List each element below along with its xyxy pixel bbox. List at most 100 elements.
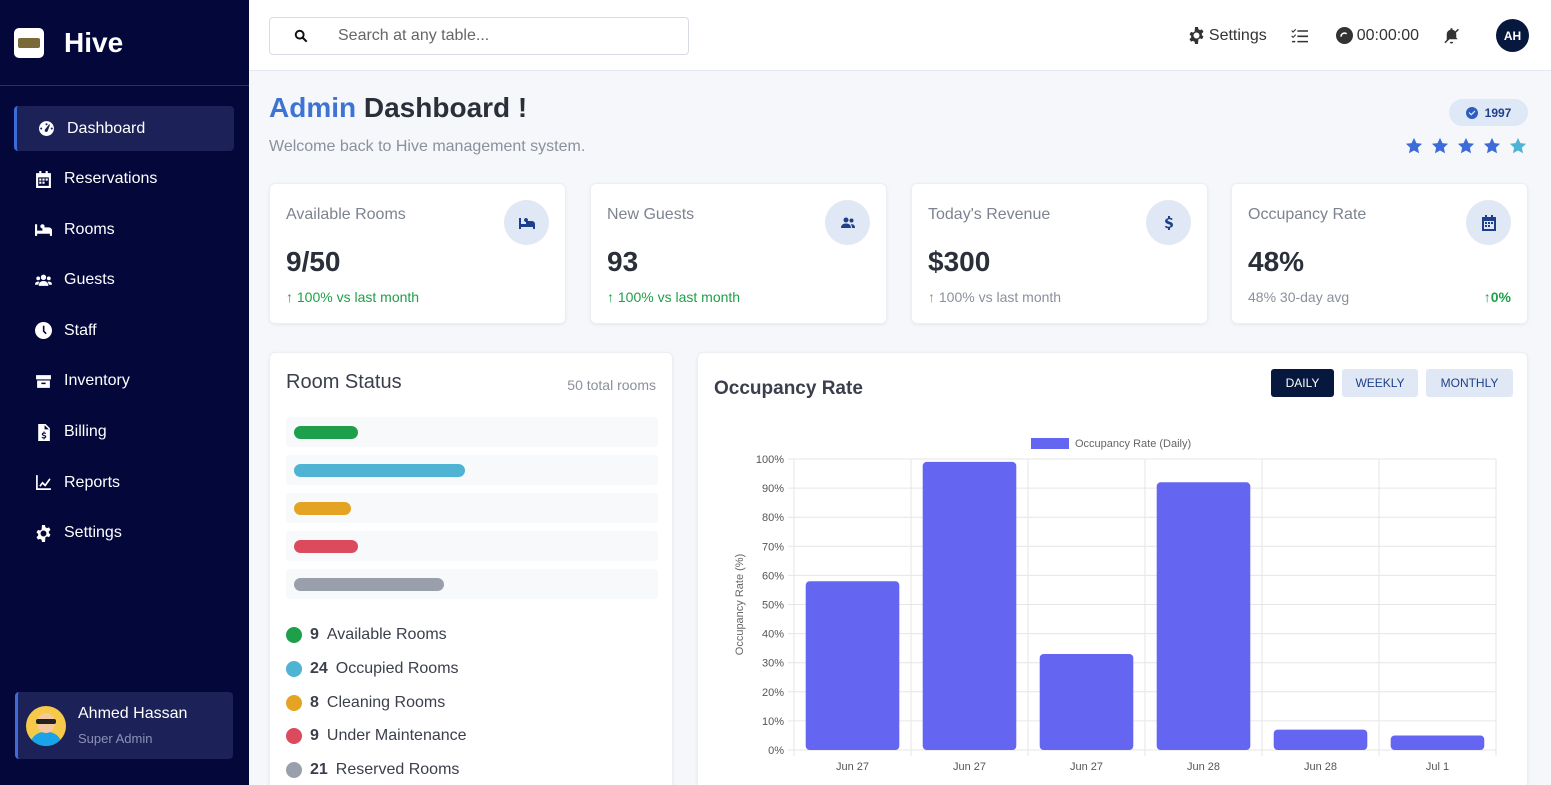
- period-daily-button[interactable]: DAILY: [1271, 369, 1334, 397]
- topbar-actions: Settings 00:00:00 AH: [1164, 19, 1529, 52]
- box-icon: [34, 372, 52, 390]
- logo-icon: [14, 27, 44, 58]
- page-subtitle: Welcome back to Hive management system.: [269, 138, 586, 155]
- settings-button[interactable]: Settings: [1188, 27, 1267, 45]
- chart-bar: [1156, 482, 1251, 750]
- y-tick-label: 100%: [756, 454, 784, 466]
- x-tick-label: Jul 1: [1426, 761, 1449, 773]
- y-tick-label: 20%: [762, 687, 784, 699]
- sidebar-item-inventory[interactable]: Inventory: [14, 359, 234, 404]
- room-status-bar-track: [286, 417, 658, 447]
- room-status-bar-track: [286, 531, 658, 561]
- y-tick-label: 60%: [762, 570, 784, 582]
- card-label: Today's Revenue: [928, 206, 1051, 223]
- sidebar-item-label: Guests: [64, 271, 115, 289]
- sidebar-item-rooms[interactable]: Rooms: [14, 207, 234, 252]
- room-status-bar: [294, 426, 359, 439]
- page-title: Admin Dashboard !: [269, 92, 527, 124]
- card-value: 9/50: [286, 246, 341, 277]
- room-status-label: Reserved Rooms: [335, 761, 460, 779]
- legend-swatch: [1031, 438, 1069, 449]
- gear-icon: [34, 524, 52, 542]
- room-status-bar: [294, 578, 444, 591]
- chart-bar: [1039, 653, 1134, 750]
- user-card[interactable]: Ahmed Hassan Super Admin: [15, 692, 233, 759]
- room-status-label: Occupied Rooms: [335, 659, 459, 677]
- avatar[interactable]: AH: [1496, 19, 1529, 52]
- room-status-bar-track: [286, 493, 658, 523]
- sidebar-item-reservations[interactable]: Reservations: [14, 157, 234, 202]
- sidebar-item-label: Reservations: [64, 170, 158, 188]
- room-status-legend-item: 9 Under Maintenance: [286, 727, 467, 745]
- occupancy-title: Occupancy Rate: [714, 378, 863, 399]
- card-label: Available Rooms: [286, 206, 406, 223]
- topbar: Settings 00:00:00 AH: [249, 0, 1551, 71]
- sidebar-item-label: Staff: [64, 321, 97, 339]
- stat-card-new-guests: New Guests 93 ↑ 100% vs last month: [590, 183, 887, 324]
- sidebar-item-billing[interactable]: Billing: [14, 410, 234, 455]
- room-status-count: 9: [310, 626, 319, 643]
- room-status-total: 50 total rooms: [567, 377, 656, 393]
- room-status-count: 21: [310, 761, 328, 779]
- y-tick-label: 0%: [768, 745, 784, 757]
- y-tick-label: 30%: [762, 658, 784, 670]
- sidebar-item-reports[interactable]: Reports: [14, 460, 234, 505]
- room-status-label: Cleaning Rooms: [326, 693, 446, 711]
- sidebar-item-label: Dashboard: [67, 119, 146, 137]
- star-icon: [1431, 137, 1449, 154]
- room-status-count: 8: [310, 693, 319, 711]
- settings-label: Settings: [1208, 26, 1267, 44]
- status-dot-icon: [286, 694, 302, 711]
- timer-value: 00:00:00: [1356, 26, 1419, 44]
- search-input[interactable]: [338, 27, 668, 45]
- chart-bar: [1390, 735, 1485, 750]
- sidebar-item-guests[interactable]: Guests: [14, 258, 234, 303]
- status-badge: 1997: [1449, 99, 1528, 126]
- sidebar-item-dashboard[interactable]: Dashboard: [14, 106, 234, 151]
- y-tick-label: 80%: [762, 512, 784, 524]
- room-status-bar: [294, 540, 359, 553]
- room-status-bar-track: [286, 569, 658, 599]
- x-tick-label: Jun 28: [1304, 761, 1337, 773]
- sidebar-item-staff[interactable]: Staff: [14, 308, 234, 353]
- card-trend: ↑ 100% vs last month: [928, 289, 1062, 305]
- x-tick-label: Jun 27: [953, 761, 986, 773]
- period-monthly-button[interactable]: MONTHLY: [1426, 369, 1513, 397]
- stat-card-occupancy-rate: Occupancy Rate 48% 48% 30-day avg ↑0%: [1231, 183, 1528, 324]
- period-weekly-button[interactable]: WEEKLY: [1342, 369, 1418, 397]
- dollar-icon: [1146, 200, 1191, 245]
- dashboard-icon: [37, 120, 55, 138]
- sidebar: Hive Dashboard Reservations Rooms Guests…: [0, 0, 249, 785]
- badge-value: 1997: [1484, 105, 1512, 120]
- sidebar-item-settings[interactable]: Settings: [14, 511, 234, 556]
- tasks-button[interactable]: [1291, 27, 1312, 44]
- card-label: New Guests: [607, 206, 695, 223]
- timer-button[interactable]: 00:00:00: [1335, 26, 1419, 45]
- gear-icon: [1189, 27, 1204, 44]
- room-status-count: 9: [310, 727, 319, 745]
- room-status-label: Available Rooms: [326, 626, 447, 643]
- brand: Hive: [0, 0, 249, 86]
- sidebar-item-label: Settings: [64, 524, 122, 542]
- search-icon: [294, 29, 308, 43]
- users-icon: [34, 271, 52, 289]
- clock-icon: [34, 322, 52, 340]
- y-tick-label: 50%: [762, 600, 784, 612]
- notifications-button[interactable]: [1443, 27, 1464, 44]
- star-icon: [1509, 137, 1527, 154]
- status-dot-icon: [286, 728, 302, 745]
- room-status-bar-track: [286, 455, 658, 485]
- room-status-legend-item: 21 Reserved Rooms: [286, 761, 459, 779]
- room-status-panel: Room Status 50 total rooms 9 Available Ro…: [269, 352, 673, 785]
- task-list-icon: [1291, 28, 1308, 43]
- calendar-icon: [1466, 200, 1511, 245]
- chart-bar: [1273, 729, 1368, 750]
- y-axis-label: Occupancy Rate (%): [734, 554, 746, 655]
- star-icon: [1457, 137, 1475, 154]
- chart-bar: [805, 581, 900, 750]
- arrow-up-icon: ↑: [1483, 289, 1491, 305]
- y-tick-label: 10%: [762, 716, 784, 728]
- page-title-rest: Dashboard !: [363, 92, 528, 123]
- occupancy-chart: Occupancy Rate (Daily) 0% 10% 20% 30% 40% 50% 6…: [734, 438, 1497, 773]
- x-tick-label: Jun 27: [836, 761, 869, 773]
